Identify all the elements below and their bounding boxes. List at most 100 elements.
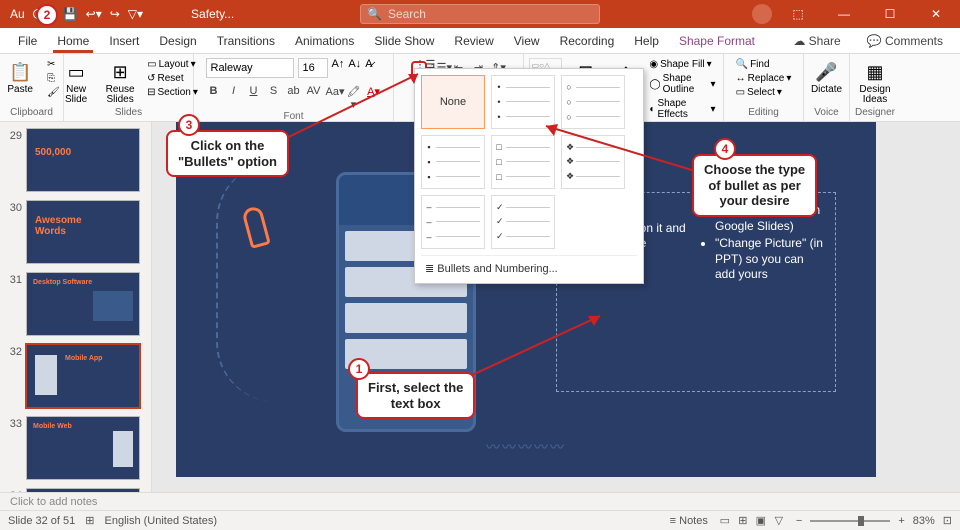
shape-outline-button[interactable]: ◯ Shape Outline ▾ bbox=[646, 72, 718, 96]
thumb-31[interactable]: Desktop Software bbox=[26, 272, 140, 336]
annotation-badge-2: 2 bbox=[36, 4, 58, 26]
tab-view[interactable]: View bbox=[504, 28, 550, 53]
thumb-29[interactable]: 500,000 bbox=[26, 128, 140, 192]
autosave-label: Au bbox=[10, 7, 25, 21]
thumbnail-pane[interactable]: 29500,000 30Awesome Words 31Desktop Soft… bbox=[0, 122, 152, 492]
reuse-slides-button[interactable]: ⊞ Reuse Slides bbox=[100, 58, 140, 107]
new-slide-button[interactable]: ▭ New Slide bbox=[56, 58, 96, 107]
italic-icon[interactable]: I bbox=[226, 85, 242, 111]
bullet-check[interactable]: ✓✓✓ bbox=[491, 195, 555, 249]
accessibility-icon[interactable]: ⊞ bbox=[85, 514, 94, 527]
ribbon-toggle-icon[interactable]: ⬚ bbox=[778, 0, 818, 28]
paste-button[interactable]: 📋 Paste bbox=[0, 58, 40, 97]
grow-font-icon[interactable]: A↑ bbox=[332, 58, 345, 78]
thumb-34[interactable] bbox=[26, 488, 140, 492]
ribbon-tabs: File Home Insert Design Transitions Anim… bbox=[0, 28, 960, 54]
bullets-dropdown: None ••• ○○○ ▪▪▪ □□□ ❖❖❖ ––– ✓✓✓ Bullets… bbox=[414, 68, 644, 284]
font-size-select[interactable]: 16 bbox=[298, 58, 328, 78]
tab-file[interactable]: File bbox=[8, 28, 47, 53]
titlebar: Au 💾 ↩▾ ↪ ▽▾ Safety... 🔍 Search ⬚ — ☐ ✕ bbox=[0, 0, 960, 28]
group-clipboard: Clipboard bbox=[10, 107, 53, 119]
bullet-disc[interactable]: ••• bbox=[491, 75, 555, 129]
highlight-icon[interactable]: 🖍▾ bbox=[346, 85, 362, 111]
shape-fill-button[interactable]: ◉ Shape Fill ▾ bbox=[646, 58, 718, 71]
tab-help[interactable]: Help bbox=[624, 28, 669, 53]
notes-pane[interactable]: Click to add notes bbox=[0, 492, 960, 510]
bullet-circle[interactable]: ○○○ bbox=[561, 75, 625, 129]
tab-home[interactable]: Home bbox=[47, 28, 99, 53]
tab-animations[interactable]: Animations bbox=[285, 28, 364, 53]
group-editing: Editing bbox=[748, 107, 779, 119]
bullet-square-small[interactable]: ▪▪▪ bbox=[421, 135, 485, 189]
language[interactable]: English (United States) bbox=[105, 515, 218, 527]
maximize-icon[interactable]: ☐ bbox=[870, 0, 910, 28]
wave-decoration: 〰〰〰〰〰 bbox=[486, 437, 566, 457]
replace-button[interactable]: ↔ Replace ▾ bbox=[733, 72, 795, 85]
close-icon[interactable]: ✕ bbox=[916, 0, 956, 28]
tab-insert[interactable]: Insert bbox=[99, 28, 149, 53]
select-button[interactable]: ▭ Select ▾ bbox=[733, 86, 795, 99]
group-voice: Voice bbox=[814, 107, 838, 119]
annotation-4: Choose the type of bullet as per your de… bbox=[692, 154, 817, 217]
search-box[interactable]: 🔍 Search bbox=[360, 4, 600, 24]
underline-icon[interactable]: U bbox=[246, 85, 262, 111]
bullets-numbering-link[interactable]: Bullets and Numbering... bbox=[421, 255, 637, 277]
thumb-33[interactable]: Mobile Web bbox=[26, 416, 140, 480]
bullet-diamond[interactable]: ❖❖❖ bbox=[561, 135, 625, 189]
font-color-icon[interactable]: A▾ bbox=[366, 85, 382, 111]
avatar[interactable] bbox=[752, 4, 772, 24]
new-slide-icon: ▭ bbox=[64, 60, 88, 84]
notes-button[interactable]: ≡ Notes bbox=[670, 515, 708, 527]
share-button[interactable]: Share bbox=[784, 31, 849, 51]
clear-format-icon[interactable]: A̷ bbox=[365, 58, 372, 78]
safety-label[interactable]: Safety... bbox=[191, 7, 234, 21]
section-button[interactable]: ⊟ Section ▾ bbox=[144, 86, 201, 99]
tab-shape-format[interactable]: Shape Format bbox=[669, 28, 765, 53]
shrink-font-icon[interactable]: A↓ bbox=[348, 58, 361, 78]
tab-slideshow[interactable]: Slide Show bbox=[364, 28, 444, 53]
redo-icon[interactable]: ↪ bbox=[110, 7, 120, 21]
dictate-button[interactable]: 🎤 Dictate bbox=[807, 58, 847, 97]
zoom-level[interactable]: 83% bbox=[913, 515, 935, 527]
case-icon[interactable]: Aa▾ bbox=[326, 85, 342, 111]
reset-button[interactable]: ↺ Reset bbox=[144, 72, 201, 85]
annotation-1: First, select the text box bbox=[356, 372, 475, 419]
design-ideas-button[interactable]: ▦ Design Ideas bbox=[855, 58, 895, 107]
tab-review[interactable]: Review bbox=[444, 28, 503, 53]
fit-icon[interactable]: ⊡ bbox=[943, 514, 952, 527]
decoration-curve bbox=[216, 162, 336, 402]
comments-button[interactable]: Comments bbox=[858, 31, 952, 51]
bullet-dash[interactable]: ––– bbox=[421, 195, 485, 249]
list-item: "Change Picture" (in PPT) so you can add… bbox=[715, 236, 825, 283]
undo-icon[interactable]: ↩▾ bbox=[86, 7, 102, 21]
minimize-icon[interactable]: — bbox=[824, 0, 864, 28]
shadow-icon[interactable]: ab bbox=[286, 85, 302, 111]
strike-icon[interactable]: S bbox=[266, 85, 282, 111]
font-name-select[interactable]: Raleway bbox=[206, 58, 294, 78]
reuse-icon: ⊞ bbox=[108, 60, 132, 84]
normal-view-icon: ▭ bbox=[716, 513, 734, 528]
save-icon[interactable]: 💾 bbox=[63, 7, 78, 21]
tab-recording[interactable]: Recording bbox=[550, 28, 625, 53]
bullet-none[interactable]: None bbox=[421, 75, 485, 129]
find-button[interactable]: 🔍 Find bbox=[733, 58, 795, 71]
mic-icon: 🎤 bbox=[815, 60, 839, 84]
group-slides: Slides bbox=[115, 107, 142, 119]
reading-view-icon: ▣ bbox=[752, 513, 770, 528]
start-show-icon[interactable]: ▽▾ bbox=[128, 7, 143, 21]
spacing-icon[interactable]: AV bbox=[306, 85, 322, 111]
thumb-30[interactable]: Awesome Words bbox=[26, 200, 140, 264]
tab-design[interactable]: Design bbox=[149, 28, 206, 53]
notes-placeholder: Click to add notes bbox=[10, 496, 97, 508]
bold-icon[interactable]: B bbox=[206, 85, 222, 111]
search-icon: 🔍 bbox=[367, 7, 382, 21]
zoom-out-icon[interactable]: − bbox=[796, 515, 802, 527]
thumb-32[interactable]: Mobile App bbox=[26, 344, 140, 408]
view-buttons[interactable]: ▭⊞▣▽ bbox=[716, 513, 788, 528]
shape-effects-button[interactable]: ◐ Shape Effects ▾ bbox=[646, 97, 718, 121]
bullet-square[interactable]: □□□ bbox=[491, 135, 555, 189]
tab-transitions[interactable]: Transitions bbox=[207, 28, 285, 53]
layout-button[interactable]: ▭ Layout ▾ bbox=[144, 58, 201, 71]
zoom-in-icon[interactable]: + bbox=[898, 515, 904, 527]
zoom-slider[interactable] bbox=[810, 520, 890, 522]
